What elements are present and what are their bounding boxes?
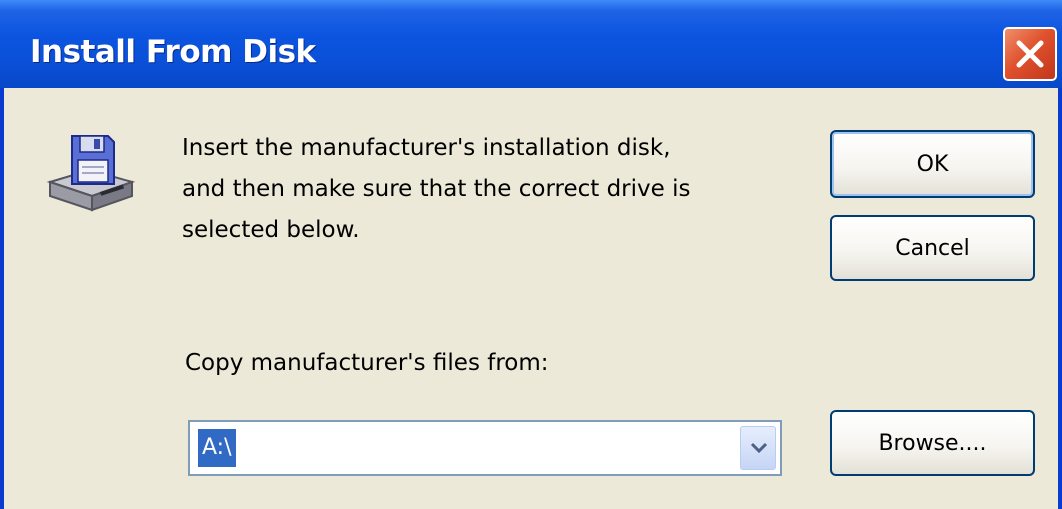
copy-files-from-label: Copy manufacturer's files from: xyxy=(185,350,549,376)
message-line: and then make sure that the correct driv… xyxy=(182,176,691,202)
cancel-button[interactable]: Cancel xyxy=(830,215,1035,281)
instruction-message: Insert the manufacturer's installation d… xyxy=(182,128,822,251)
floppy-disk-drive-icon xyxy=(46,135,136,212)
dropdown-button[interactable] xyxy=(740,426,776,470)
install-from-disk-dialog: Install From Disk Insert the manufacture… xyxy=(0,0,1062,509)
chevron-down-icon xyxy=(750,442,768,454)
copy-files-from-combobox[interactable]: A:\ xyxy=(188,420,782,476)
title-bar[interactable]: Install From Disk xyxy=(0,0,1062,88)
window-title: Install From Disk xyxy=(30,34,316,70)
ok-button[interactable]: OK xyxy=(830,130,1035,198)
copy-files-from-input[interactable]: A:\ xyxy=(198,429,236,467)
close-icon xyxy=(1016,40,1044,68)
message-line: Insert the manufacturer's installation d… xyxy=(182,135,671,161)
message-line: selected below. xyxy=(182,217,360,243)
close-button[interactable] xyxy=(1003,27,1057,81)
browse-button[interactable]: Browse.... xyxy=(830,410,1035,476)
